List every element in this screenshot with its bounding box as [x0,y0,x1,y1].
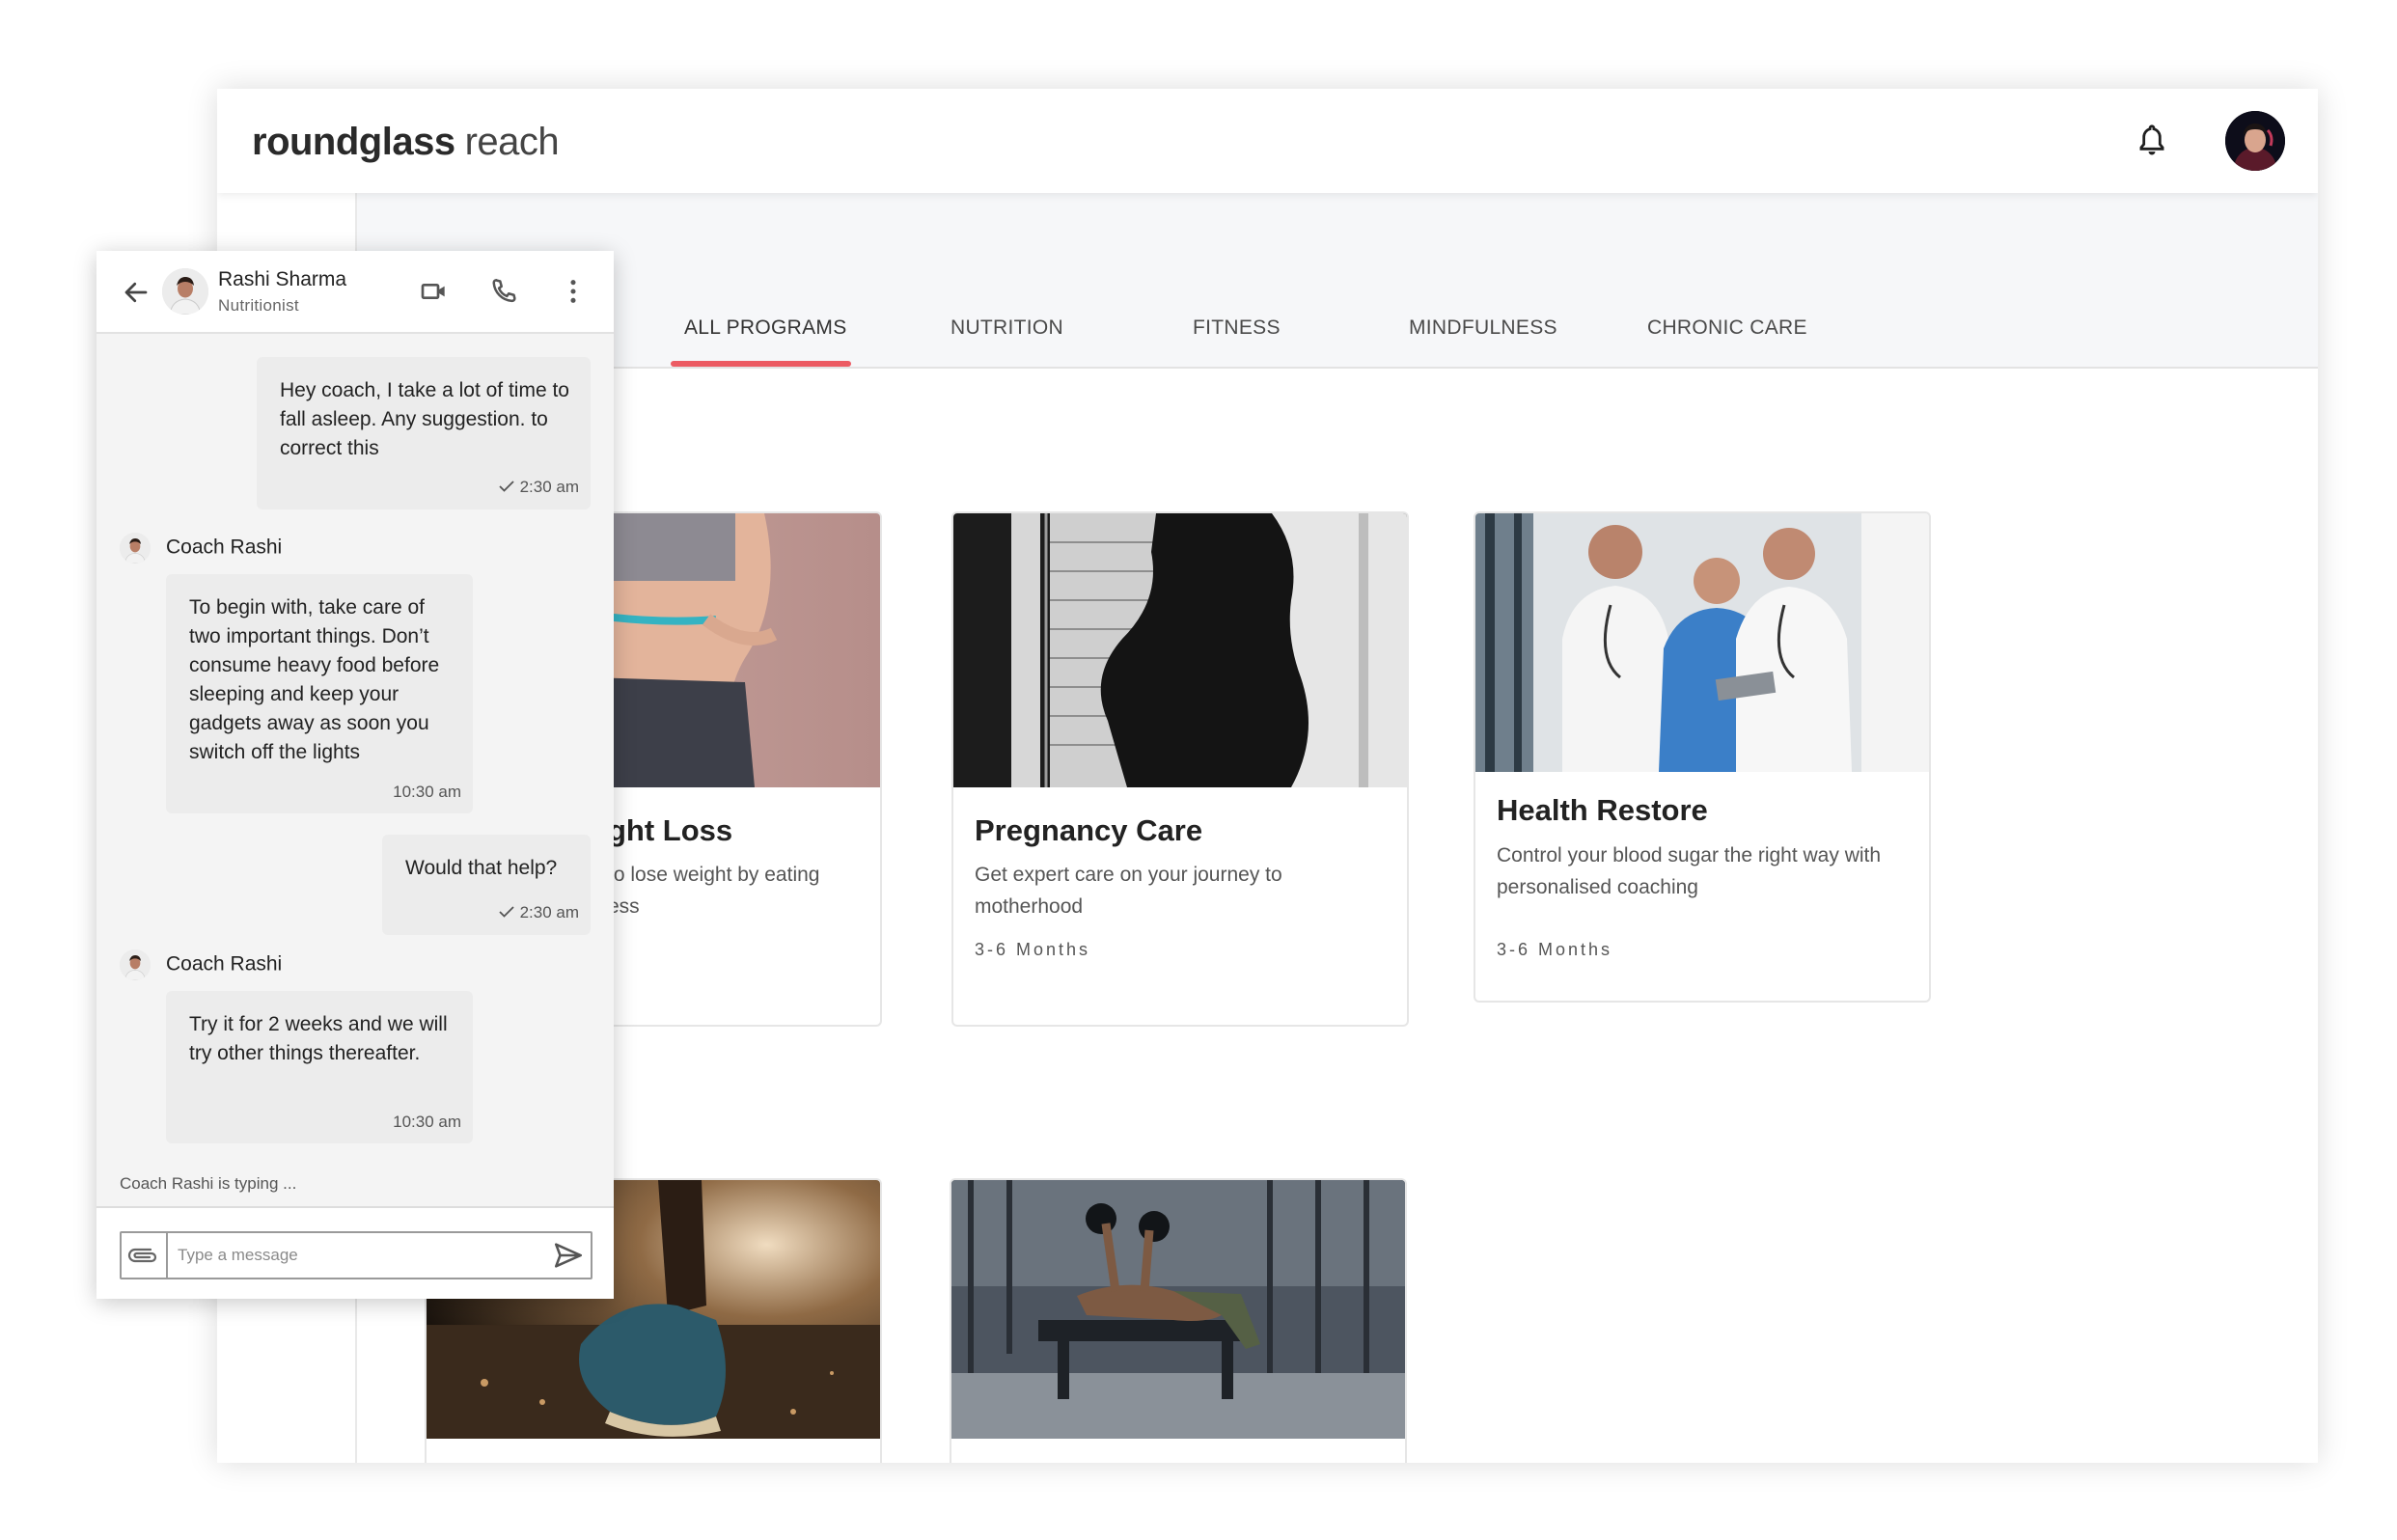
video-call-icon[interactable] [419,276,450,307]
message-input-box [120,1231,592,1279]
sender-name: Coach Rashi [166,952,283,976]
tab-fitness[interactable]: FITNESS [1193,316,1281,340]
message-time-text: 2:30 am [519,903,579,922]
sender-name: Coach Rashi [166,536,283,559]
program-image-health-restore [1475,513,1929,772]
program-card-health-restore[interactable]: Health Restore Control your blood sugar … [1474,511,1931,1003]
contact-role: Nutritionist [218,296,299,315]
main-content: ALL PROGRAMS NUTRITION FITNESS MINDFULNE… [357,193,2318,1463]
message-time: 10:30 am [393,1113,461,1131]
chat-panel: Rashi Sharma Nutritionist Hey coach, I t… [96,251,614,1299]
message-time-text: 2:30 am [519,478,579,497]
message-text: To begin with, take care of two importan… [189,596,440,763]
brand-name-bold: roundglass [252,121,455,163]
message-bubble-received: To begin with, take care of two importan… [166,574,473,813]
message-time: 10:30 am [393,783,461,801]
back-arrow-icon[interactable] [122,278,151,307]
attachment-icon[interactable] [122,1233,168,1278]
brand-name-light: reach [464,121,560,163]
program-card-pregnancy-care[interactable]: Pregnancy Care Get expert care on your j… [951,511,1409,1027]
program-image-gym [951,1180,1405,1439]
message-text: Try it for 2 weeks and we will try other… [189,1013,448,1064]
program-description: Get expert care on your journey to mothe… [975,864,1282,918]
chat-header: Rashi Sharma Nutritionist [96,251,614,334]
check-icon [498,479,514,498]
send-icon[interactable] [552,1239,585,1272]
brand-logo[interactable]: roundglass reach [252,118,560,166]
message-time: 2:30 am [498,903,579,923]
message-text: Hey coach, I take a lot of time to fall … [280,379,569,459]
tab-chronic-care[interactable]: CHRONIC CARE [1647,316,1807,340]
program-card-gym[interactable] [950,1178,1407,1463]
program-title: Health Restore [1497,793,1708,827]
tab-nutrition[interactable]: NUTRITION [951,316,1063,340]
program-title: ght Loss [608,813,733,847]
coach-avatar [120,533,151,564]
message-sender: Coach Rashi [120,949,282,980]
typing-indicator: Coach Rashi is typing ... [120,1174,297,1193]
tab-mindfulness[interactable]: MINDFULNESS [1409,316,1557,340]
program-title: Pregnancy Care [975,813,1203,847]
top-bar: roundglass reach [217,89,2318,193]
message-bubble-sent: Would that help? 2:30 am [382,835,591,935]
program-description: Control your blood sugar the right way w… [1497,844,1882,898]
program-description: to lose weight by eating ess [608,864,820,918]
phone-call-icon[interactable] [488,276,519,307]
message-composer [96,1206,614,1299]
user-avatar[interactable] [2225,111,2285,171]
contact-name: Rashi Sharma [218,268,347,290]
tabs-bar: ALL PROGRAMS NUTRITION FITNESS MINDFULNE… [357,193,2318,369]
message-sender: Coach Rashi [120,533,282,564]
check-icon [498,904,514,923]
bell-icon[interactable] [2135,124,2168,158]
tab-all-programs[interactable]: ALL PROGRAMS [684,316,847,340]
message-text: Would that help? [405,857,558,879]
message-time: 2:30 am [498,478,579,498]
program-image-pregnancy [953,513,1407,787]
program-duration: 3-6 Months [1497,940,1613,959]
more-options-icon[interactable] [558,276,589,307]
message-input[interactable] [176,1241,527,1270]
message-bubble-received: Try it for 2 weeks and we will try other… [166,991,473,1143]
program-duration: 3-6 Months [975,940,1091,959]
message-bubble-sent: Hey coach, I take a lot of time to fall … [257,357,591,509]
active-tab-indicator [671,361,851,367]
contact-avatar [162,268,208,315]
coach-avatar [120,949,151,980]
